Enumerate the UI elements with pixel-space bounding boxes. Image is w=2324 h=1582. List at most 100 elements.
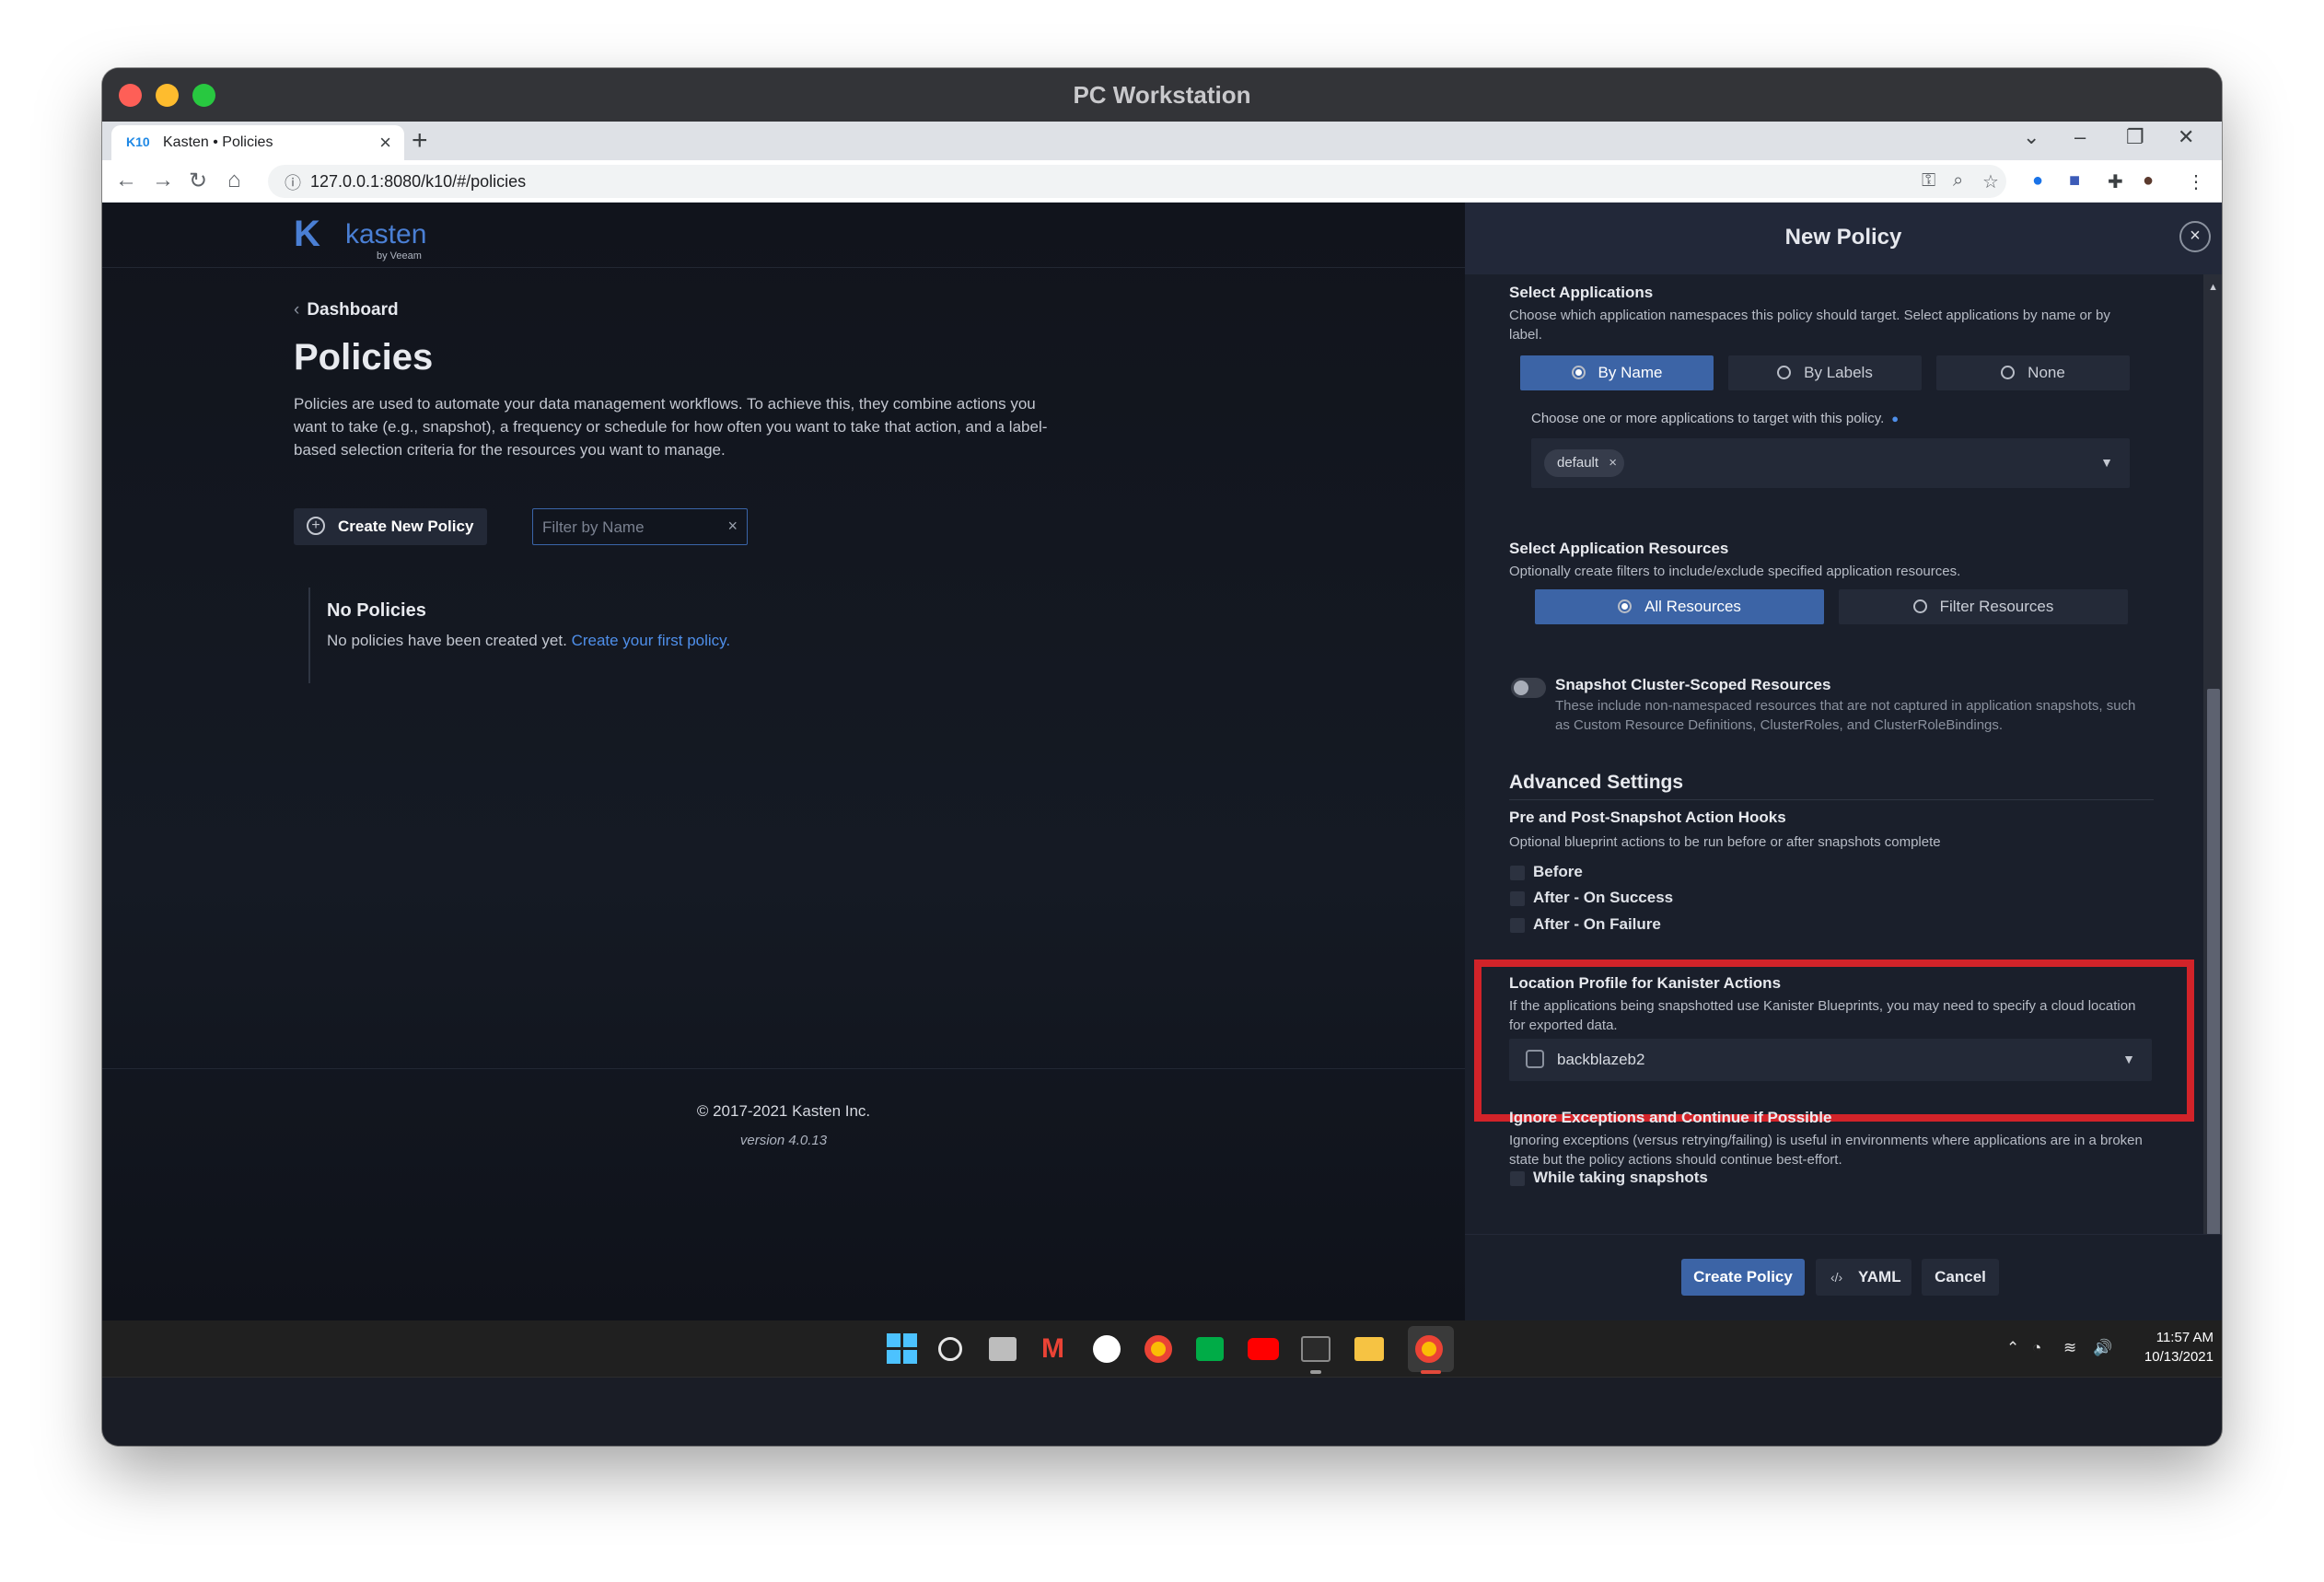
plus-circle-icon: + — [307, 517, 325, 535]
window-titlebar: PC Workstation — [102, 68, 2222, 122]
url-text[interactable]: 127.0.0.1:8080/k10/#/policies — [310, 172, 526, 192]
applications-multiselect[interactable]: default × ▼ — [1531, 438, 2130, 488]
address-bar[interactable]: ⓘ 127.0.0.1:8080/k10/#/policies ⚿ ⌕ ☆ — [268, 165, 2006, 198]
select-resources-title: Select Application Resources — [1509, 540, 1729, 557]
after-success-checkbox[interactable] — [1510, 891, 1525, 906]
location-profile-select[interactable]: backblazeb2 ▼ — [1509, 1039, 2152, 1081]
create-policy-button[interactable]: Create Policy — [1681, 1259, 1805, 1296]
reload-icon[interactable]: ↻ — [189, 168, 207, 194]
browser-toolbar: ← → ↻ ⌂ ⓘ 127.0.0.1:8080/k10/#/policies … — [102, 160, 2222, 203]
application-chip: default × — [1544, 449, 1625, 477]
create-new-policy-label: Create New Policy — [338, 518, 474, 535]
close-drawer-icon[interactable]: × — [2179, 221, 2211, 252]
create-first-policy-link[interactable]: Create your first policy. — [572, 632, 731, 649]
kasten-favicon-icon: K10 — [126, 134, 150, 149]
create-new-policy-button[interactable]: + Create New Policy — [294, 508, 487, 545]
info-comment-icon[interactable]: ● — [1891, 412, 1899, 425]
back-icon[interactable]: ← — [115, 168, 137, 193]
vpn-icon[interactable]: ◔ — [2032, 1339, 2041, 1357]
tab-search-icon[interactable]: ⌄ — [2023, 125, 2039, 149]
by-name-option[interactable]: By Name — [1520, 355, 1714, 390]
page-description: Policies are used to automate your data … — [294, 395, 1048, 459]
kasten-logo[interactable]: K kasten by Veeam — [294, 214, 426, 262]
slack-icon[interactable] — [1093, 1335, 1121, 1363]
radio-selected-icon — [1571, 366, 1586, 379]
filter-by-name-input[interactable] — [542, 517, 717, 539]
drawer-footer: Create Policy ‹/› YAML Cancel — [1465, 1234, 2222, 1320]
extension-2-icon[interactable]: ■ — [2069, 170, 2080, 192]
tray-chevron-icon[interactable]: ⌃ — [2006, 1339, 2019, 1357]
windows-start-icon[interactable] — [887, 1333, 918, 1365]
task-view-icon[interactable] — [989, 1337, 1017, 1361]
before-checkbox[interactable] — [1510, 866, 1525, 880]
filter-resources-option[interactable]: Filter Resources — [1839, 589, 2128, 624]
chrome-icon[interactable] — [1145, 1335, 1172, 1363]
code-icon: ‹/› — [1830, 1270, 1843, 1285]
all-resources-label: All Resources — [1644, 598, 1741, 615]
none-option[interactable]: None — [1936, 355, 2130, 390]
clock-time: 11:57 AM — [2156, 1330, 2214, 1345]
location-profile-icon — [1526, 1050, 1544, 1068]
after-failure-checkbox[interactable] — [1510, 918, 1525, 933]
all-resources-option[interactable]: All Resources — [1535, 589, 1824, 624]
breadcrumb-label: Dashboard — [307, 300, 399, 320]
web-page: K kasten by Veeam ‹ Dashboard Policies Po… — [102, 203, 2222, 1320]
bookmark-star-icon[interactable]: ☆ — [1982, 170, 1999, 193]
file-explorer-icon[interactable] — [1354, 1337, 1384, 1361]
while-taking-snapshots-checkbox[interactable] — [1510, 1171, 1525, 1186]
forward-icon[interactable]: → — [152, 168, 174, 193]
site-info-icon[interactable]: ⓘ — [285, 170, 301, 194]
version-text: version 4.0.13 — [739, 1133, 828, 1148]
remove-chip-icon[interactable]: × — [1609, 449, 1617, 477]
location-profile-description: If the applications being snapshotted us… — [1509, 998, 2136, 1033]
terminal-icon[interactable] — [1301, 1336, 1330, 1362]
menu-dots-icon[interactable]: ⋮ — [2187, 170, 2205, 193]
drawer-scroll-thumb[interactable] — [2207, 689, 2220, 1278]
drawer-header: New Policy × — [1465, 203, 2222, 274]
puzzle-icon[interactable]: ✚ — [2108, 170, 2123, 193]
clear-filter-icon[interactable]: × — [727, 517, 738, 536]
location-profile-title: Location Profile for Kanister Actions — [1509, 974, 1782, 992]
dropdown-caret-icon[interactable]: ▼ — [2100, 455, 2113, 470]
while-taking-snapshots-label: While taking snapshots — [1533, 1169, 1708, 1186]
key-icon[interactable]: ⚿ — [1922, 170, 1935, 192]
cancel-button[interactable]: Cancel — [1922, 1259, 1999, 1296]
system-clock[interactable]: 11:57 AM 10/13/2021 — [2131, 1328, 2214, 1367]
advanced-divider — [1509, 799, 2154, 800]
yaml-button[interactable]: ‹/› YAML — [1816, 1259, 1911, 1296]
wifi-icon[interactable]: ≋ — [2063, 1339, 2076, 1357]
close-tab-icon[interactable]: × — [379, 131, 391, 155]
close-icon[interactable]: ✕ — [2178, 125, 2194, 149]
zoom-icon[interactable]: ⌕ — [1953, 170, 1963, 192]
empty-state-card: No Policies No policies have been create… — [308, 587, 769, 683]
toggle-knob — [1514, 680, 1528, 695]
scroll-up-icon[interactable]: ▲ — [2208, 282, 2218, 293]
chrome-canary-icon[interactable] — [1415, 1335, 1443, 1363]
profile-avatar-icon[interactable]: ● — [2143, 170, 2154, 192]
meet-icon[interactable] — [1196, 1337, 1224, 1361]
dropdown-caret-icon[interactable]: ▼ — [2122, 1052, 2135, 1066]
search-icon[interactable] — [938, 1337, 962, 1361]
breadcrumb-dashboard[interactable]: ‹ Dashboard — [294, 300, 399, 320]
volume-icon[interactable]: 🔊 — [2093, 1339, 2112, 1357]
select-applications-title: Select Applications — [1509, 284, 1654, 301]
browser-tab-policies[interactable]: K10 Kasten • Policies × — [111, 125, 404, 160]
ignore-exceptions-title: Ignore Exceptions and Continue if Possib… — [1509, 1109, 1832, 1126]
terminal-running-indicator — [1310, 1370, 1321, 1374]
gmail-icon[interactable]: M — [1041, 1333, 1073, 1365]
by-labels-option[interactable]: By Labels — [1728, 355, 1922, 390]
new-tab-icon[interactable]: + — [412, 125, 428, 157]
chevron-left-icon: ‹ — [294, 300, 300, 320]
youtube-icon[interactable] — [1248, 1338, 1279, 1360]
restore-icon[interactable]: ❐ — [2126, 125, 2144, 149]
snapshot-cluster-description: These include non-namespaced resources t… — [1555, 698, 2136, 733]
filter-resources-label: Filter Resources — [1939, 598, 2054, 615]
browser-window: PC Workstation K10 Kasten • Policies × +… — [102, 68, 2222, 1446]
minimize-icon[interactable]: – — [2074, 125, 2086, 149]
home-icon[interactable]: ⌂ — [227, 168, 241, 193]
yaml-label: YAML — [1858, 1268, 1901, 1285]
kasten-logo-word: kasten — [345, 219, 427, 250]
chrome-active-indicator — [1421, 1370, 1441, 1374]
extension-icon[interactable]: ● — [2032, 170, 2043, 192]
snapshot-cluster-toggle[interactable] — [1511, 678, 1546, 698]
